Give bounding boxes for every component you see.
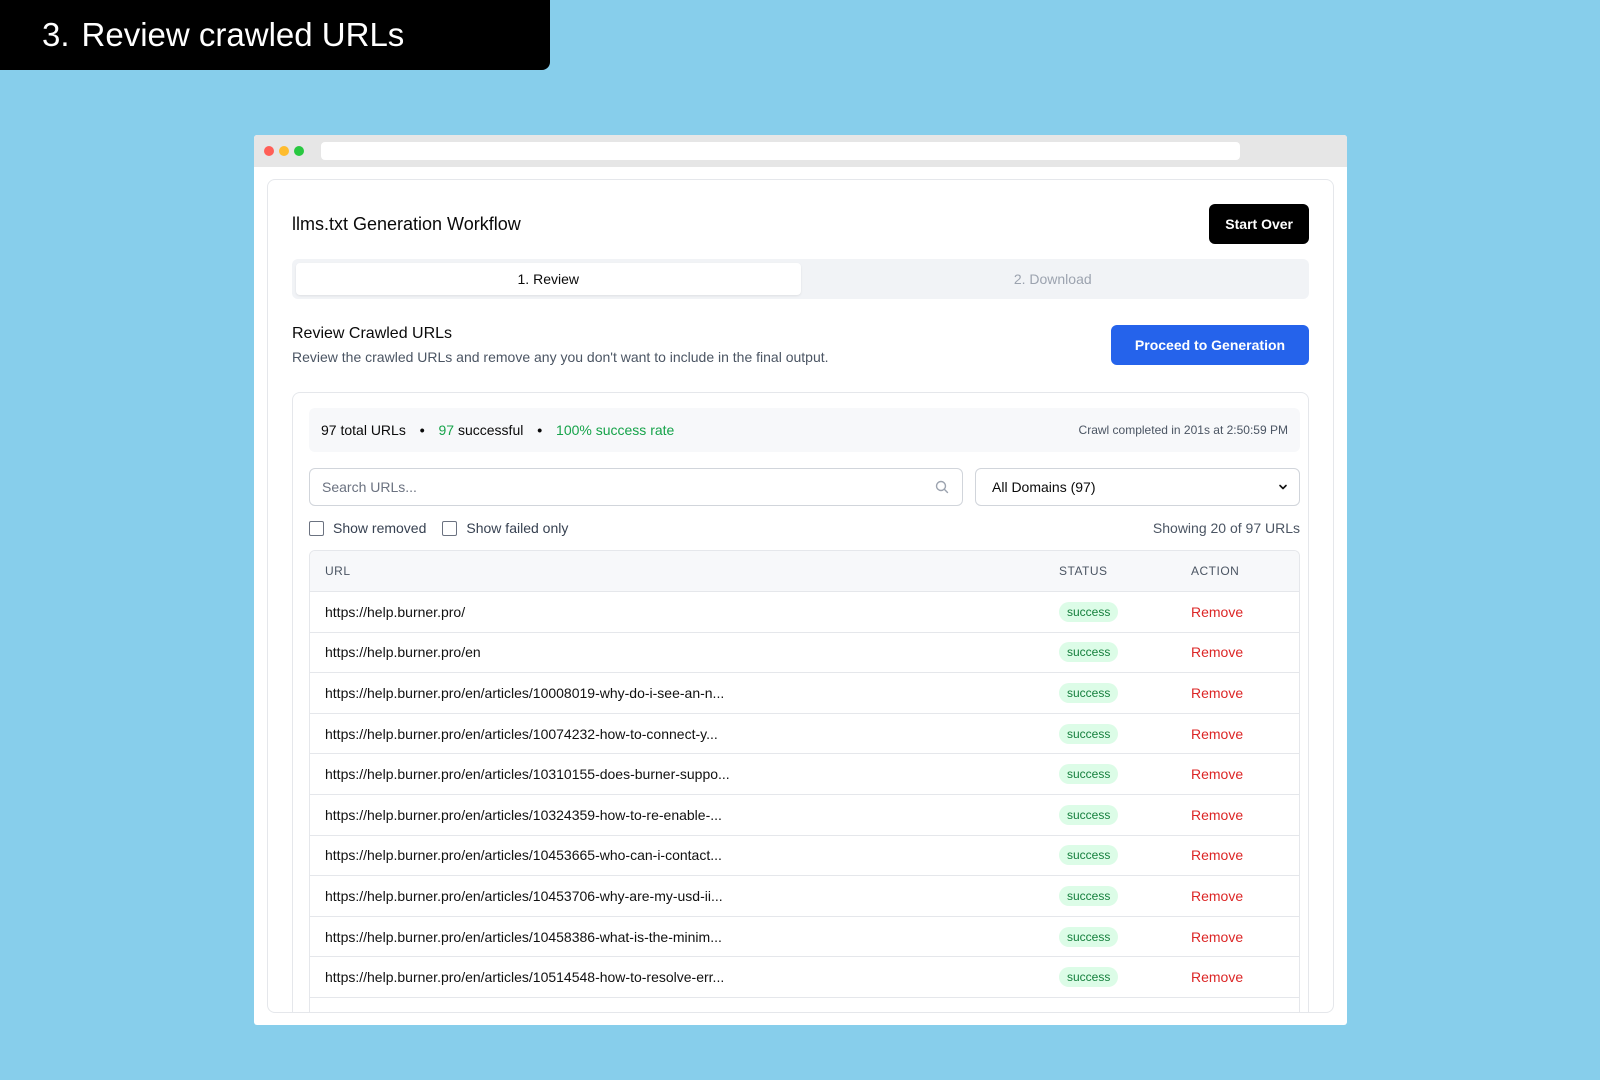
maximize-window-icon[interactable] [294,146,304,156]
address-bar[interactable] [321,142,1240,160]
successful-label: successful [457,422,524,438]
url-cell: https://help.burner.pro/ [325,603,466,620]
successful-count: 97 [438,422,455,438]
remove-button[interactable]: Remove [1191,969,1243,985]
step-banner: 3. Review crawled URLs [0,0,550,70]
remove-button[interactable]: Remove [1191,888,1243,904]
show-removed-checkbox[interactable] [309,520,324,536]
table-row: https://help.burner.pro/en/articles/1000… [310,673,1299,714]
chevron-down-icon [1279,484,1287,490]
table-row: https://help.burner.pro/en/articles/1032… [310,795,1299,836]
show-failed-option[interactable]: Show failed only [442,520,568,536]
status-badge: success [1059,764,1119,785]
url-cell: https://help.burner.pro/en/articles/1000… [325,684,725,701]
url-cell: https://help.burner.pro/en/articles/1045… [325,887,723,904]
remove-button[interactable]: Remove [1191,644,1243,660]
crawl-summary: 97 total URLs • 97 successful • 100% suc… [321,422,674,438]
status-badge: success [1059,682,1119,703]
tab-review[interactable]: 1. Review [296,263,801,295]
status-badge: success [1059,885,1119,906]
status-badge: success [1059,723,1119,744]
start-over-button[interactable]: Start Over [1209,204,1309,244]
url-cell: https://help.burner.pro/en/articles/1045… [325,928,722,945]
minimize-window-icon[interactable] [279,146,289,156]
url-cell: https://help.burner.pro/en/articles/1045… [325,847,722,864]
remove-button[interactable]: Remove [1191,604,1243,620]
section-description: Review the crawled URLs and remove any y… [292,349,829,365]
show-removed-label: Show removed [333,520,427,536]
table-row: https://help.burner.pro/ success Remove [310,592,1299,633]
domain-select[interactable]: All Domains (97) [975,468,1300,506]
separator: • [537,422,543,438]
section-title: Review Crawled URLs [292,325,453,342]
remove-button[interactable]: Remove [1191,807,1243,823]
step-number: 3. [42,16,70,53]
search-input[interactable] [322,479,902,495]
table-header: URL STATUS ACTION [310,551,1299,592]
workflow-card: llms.txt Generation Workflow Start Over … [267,179,1334,1013]
url-cell: https://help.burner.pro/en [325,644,481,661]
status-badge: success [1059,967,1119,988]
tab-download[interactable]: 2. Download [801,263,1306,295]
remove-button[interactable]: Remove [1191,847,1243,863]
table-row: https://help.burner.pro/en/articles/1007… [310,714,1299,755]
remove-button[interactable]: Remove [1191,685,1243,701]
search-icon [935,480,949,494]
table-row: https://help.burner.pro/en success Remov… [310,633,1299,674]
filter-bar: All Domains (97) [309,468,1300,506]
url-cell: https://help.burner.pro/en/articles/1032… [325,806,722,823]
close-window-icon[interactable] [264,146,274,156]
show-removed-option[interactable]: Show removed [309,520,426,536]
page-title: llms.txt Generation Workflow [292,213,521,234]
url-cell: https://help.burner.pro/en/articles/1031… [325,766,730,783]
url-review-panel: 97 total URLs • 97 successful • 100% suc… [292,392,1309,1012]
show-failed-label: Show failed only [466,520,569,536]
domain-select-value: All Domains (97) [992,479,1096,495]
remove-button[interactable]: Remove [1191,726,1243,742]
browser-window: llms.txt Generation Workflow Start Over … [254,135,1347,1025]
url-column-header: URL [325,564,351,578]
table-row: https://help.burner.pro/en/articles/1045… [310,876,1299,917]
table-row: https://help.burner.pro/en/articles/1051… [310,957,1299,998]
table-row: https://help.burner.pro/en/articles/1045… [310,917,1299,958]
status-badge: success [1059,804,1119,825]
url-cell: https://help.burner.pro/en/articles/1051… [325,969,725,986]
proceed-to-generation-button[interactable]: Proceed to Generation [1111,325,1309,365]
showing-count: Showing 20 of 97 URLs [1152,520,1300,536]
table-row: https://help.burner.pro/en/articles/1045… [310,836,1299,877]
total-urls: 97 total URLs [321,422,406,438]
remove-button[interactable]: Remove [1191,929,1243,945]
success-rate: 100% success rate [556,422,675,438]
status-badge: success [1059,601,1119,622]
table-row: https://help.burner.pro/en/articles/1031… [310,754,1299,795]
status-badge: success [1059,845,1119,866]
crawl-completed-text: Crawl completed in 201s at 2:50:59 PM [1078,423,1288,437]
card-header: llms.txt Generation Workflow Start Over [292,204,1309,244]
separator: • [419,422,425,438]
show-failed-checkbox[interactable] [442,520,458,536]
remove-button[interactable]: Remove [1191,766,1243,782]
filter-options: Show removed Show failed only Showing 20… [309,518,1300,538]
action-column-header: ACTION [1191,564,1240,578]
status-column-header: STATUS [1059,564,1108,578]
status-badge: success [1059,642,1119,663]
review-header: Review Crawled URLs Review the crawled U… [292,325,1309,375]
url-cell: https://help.burner.pro/en/articles/1007… [325,725,718,742]
workflow-tabs: 1. Review 2. Download [292,259,1309,299]
status-badge: success [1059,926,1119,947]
step-title: Review crawled URLs [81,16,405,53]
crawl-stats-bar: 97 total URLs • 97 successful • 100% suc… [309,408,1300,452]
url-table: URL STATUS ACTION https://help.burner.pr… [309,550,1300,1012]
browser-toolbar [254,135,1347,167]
search-box [309,468,963,506]
